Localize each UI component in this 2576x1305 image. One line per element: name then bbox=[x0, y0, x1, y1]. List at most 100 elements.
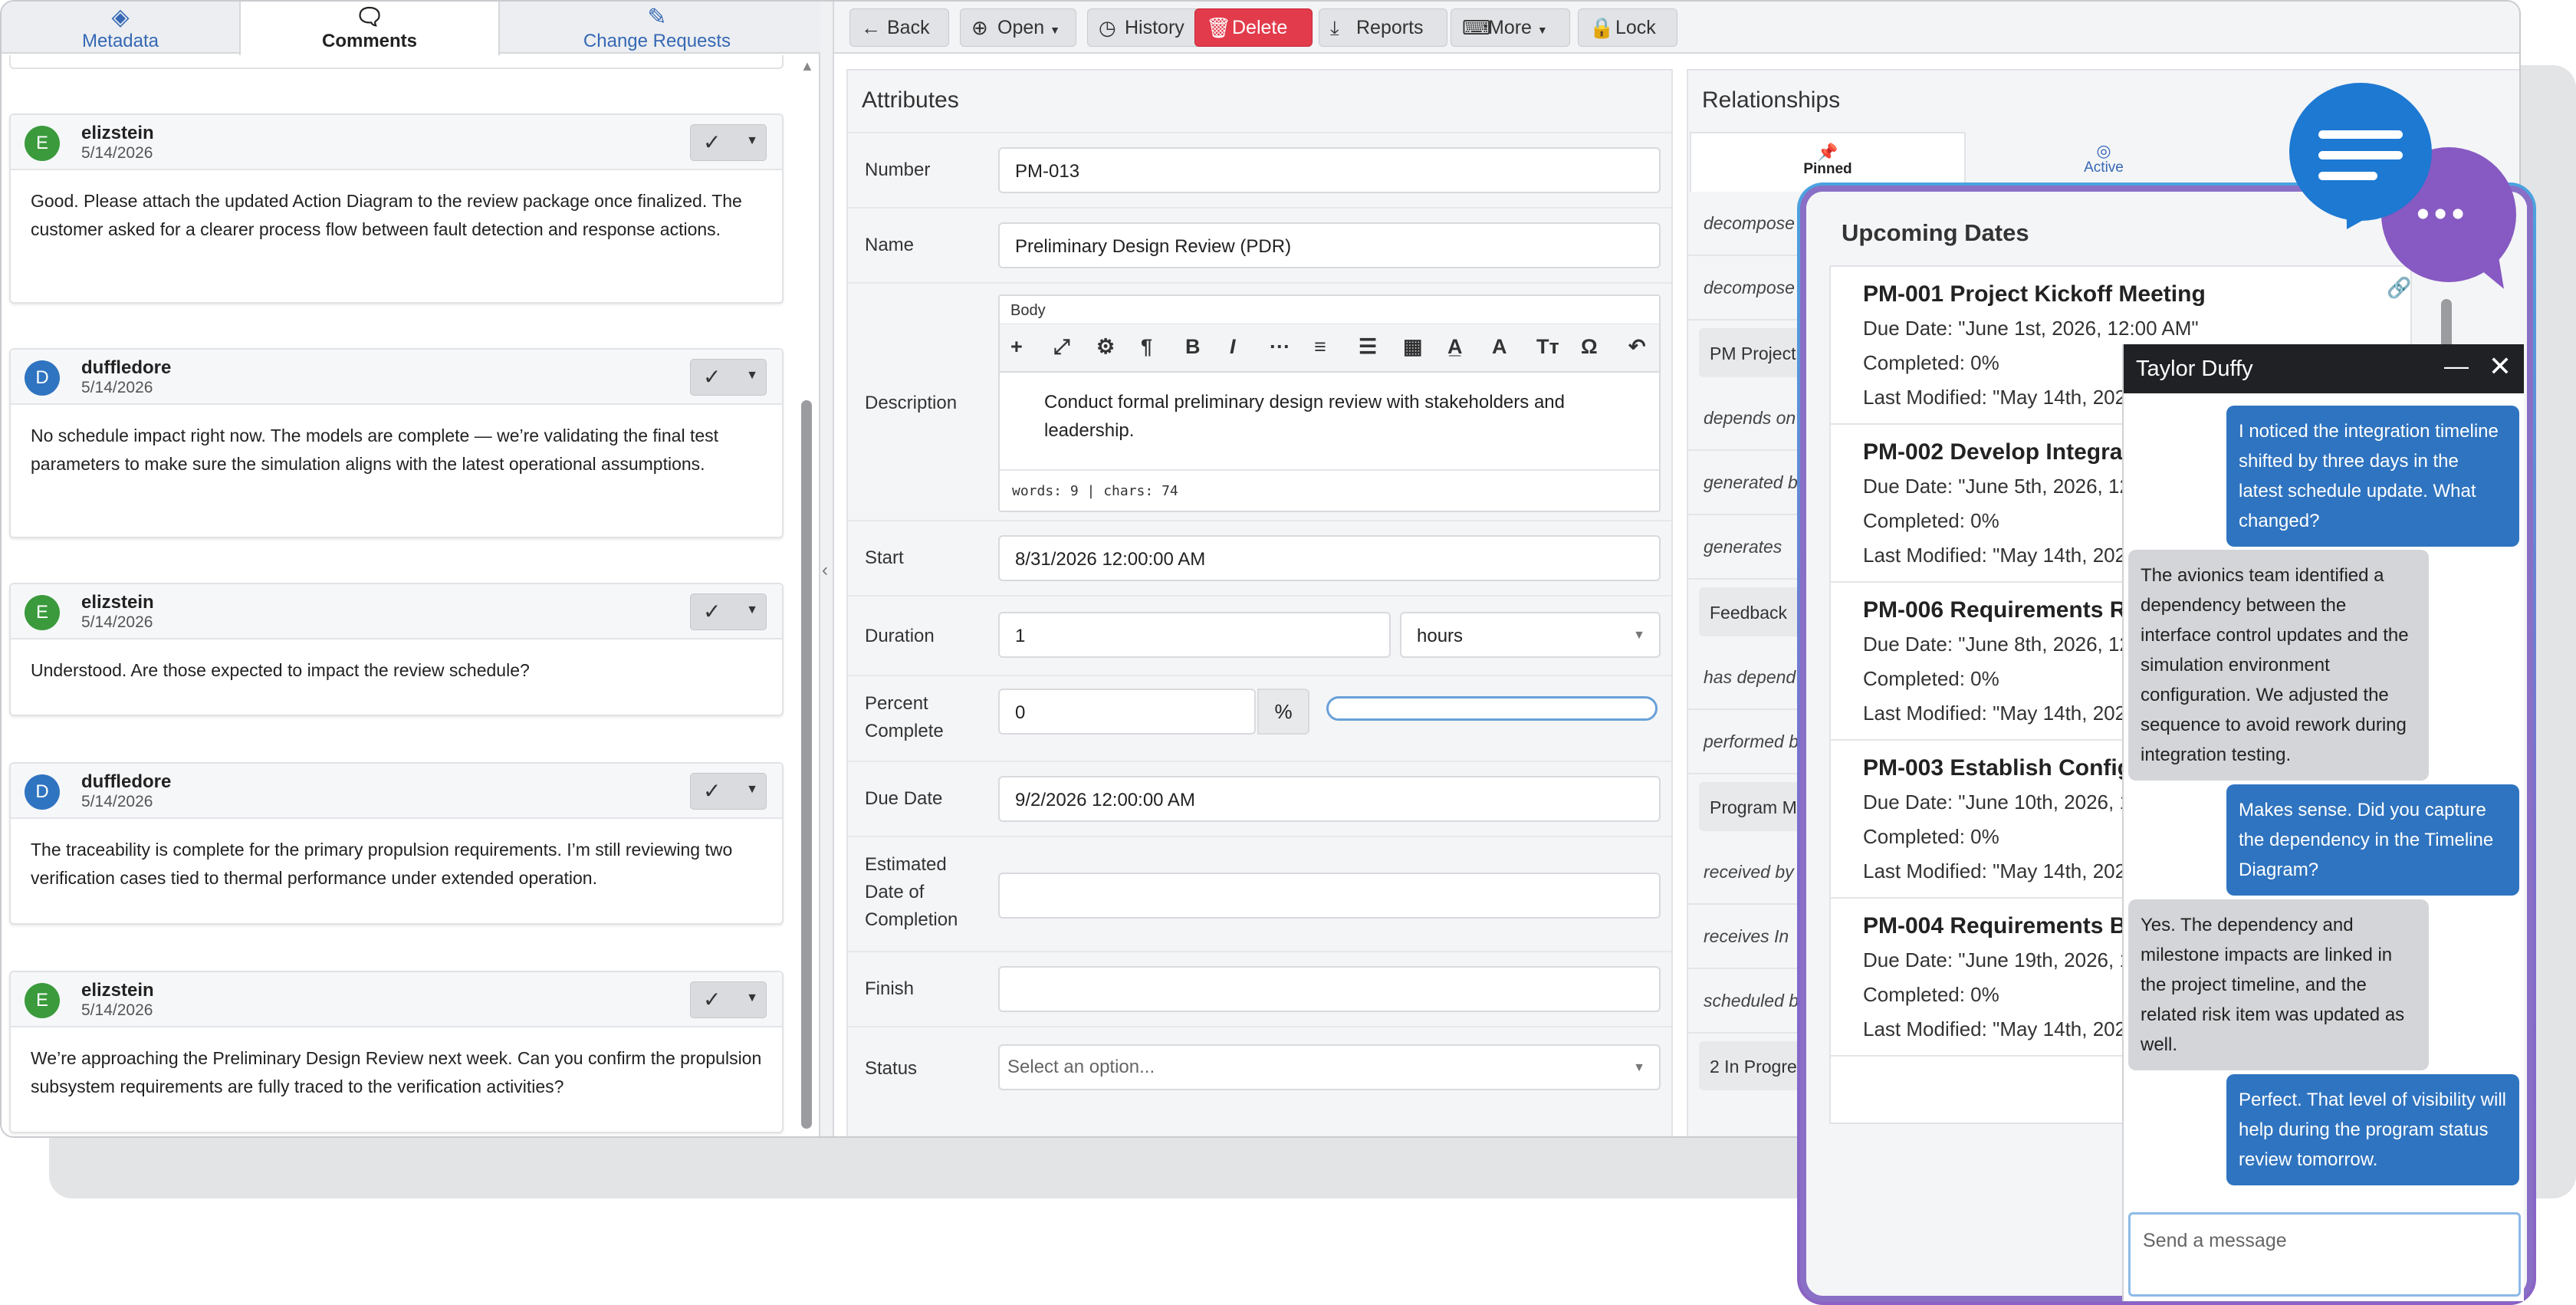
keyboard-icon: ⌨ bbox=[1462, 16, 1491, 39]
tab-metadata[interactable]: ◈ Metadata bbox=[2, 2, 239, 54]
check-icon: ✓ bbox=[703, 130, 721, 154]
paragraph-icon[interactable]: ¶ bbox=[1141, 335, 1152, 359]
comment-author: elizstein bbox=[81, 980, 154, 1001]
text-color-icon[interactable]: A̲ bbox=[1447, 335, 1463, 359]
percent-field[interactable]: 0 bbox=[998, 689, 1256, 735]
word-count: words: 9 | chars: 74 bbox=[1000, 469, 1659, 512]
due-label: Due Date bbox=[865, 788, 943, 809]
comments-icon: 🗨 bbox=[354, 5, 385, 30]
due-row: Due Date 9/2/2026 12:00:00 AM bbox=[848, 761, 1671, 836]
panel-splitter[interactable]: ‹ bbox=[820, 2, 834, 1136]
comment-date: 5/14/2026 bbox=[81, 1001, 153, 1019]
trash-icon: 🗑 bbox=[1206, 16, 1232, 39]
chevron-down-icon: ▼ bbox=[746, 783, 758, 796]
more-label: More bbox=[1488, 17, 1532, 38]
relationship-row[interactable]: receives In bbox=[1688, 905, 1811, 969]
name-field[interactable]: Preliminary Design Review (PDR) bbox=[998, 222, 1661, 268]
collapse-icon[interactable]: ‹ bbox=[822, 560, 828, 581]
scrollbar-thumb[interactable] bbox=[801, 400, 812, 1129]
plus-icon[interactable]: + bbox=[1010, 335, 1023, 359]
comment-text: No schedule impact right now. The models… bbox=[31, 426, 719, 474]
check-icon: ✓ bbox=[703, 779, 721, 803]
history-button[interactable]: ◷ History bbox=[1087, 8, 1207, 47]
description-label: Description bbox=[865, 393, 958, 413]
tab-change-requests[interactable]: ✎ Change Requests bbox=[500, 2, 814, 54]
resolve-button[interactable]: ✓ ▼ bbox=[690, 359, 767, 396]
minimize-icon[interactable]: — bbox=[2444, 352, 2469, 380]
reports-button[interactable]: ⤓ Reports bbox=[1319, 8, 1447, 47]
rich-text-editor[interactable]: Body + ⤢ ⚙ ¶ B I ··· ≡ ☰ ▦ A̲ A Tᴛ Ω ↶ C… bbox=[998, 294, 1661, 512]
align-icon[interactable]: ≡ bbox=[1314, 335, 1326, 359]
upcoming-item-due: Due Date: "June 1st, 2026, 12:00 AM" bbox=[1863, 317, 2199, 340]
status-select[interactable]: Select an option... ▼ bbox=[998, 1044, 1661, 1090]
check-icon: ✓ bbox=[703, 600, 721, 623]
close-icon[interactable]: ✕ bbox=[2489, 350, 2512, 383]
number-field[interactable]: PM-013 bbox=[998, 147, 1661, 193]
relationship-row[interactable]: received by bbox=[1688, 840, 1811, 905]
open-button[interactable]: ⊕ Open ▼ bbox=[960, 8, 1076, 47]
finish-field[interactable] bbox=[998, 966, 1661, 1012]
resolve-button[interactable]: ✓ ▼ bbox=[690, 593, 767, 630]
more-dots-icon[interactable]: ··· bbox=[1270, 335, 1290, 359]
table-icon[interactable]: ▦ bbox=[1403, 335, 1423, 359]
est-label: Estimated Date of Completion bbox=[865, 851, 958, 934]
relationship-row[interactable]: has depend bbox=[1688, 646, 1811, 710]
relationship-row[interactable]: generates bbox=[1688, 515, 1811, 580]
resolve-button[interactable]: ✓ ▼ bbox=[690, 124, 767, 161]
chevron-down-icon: ▼ bbox=[746, 369, 758, 382]
comment-card: D duffledore 5/14/2026 ✓ ▼ The traceabili… bbox=[9, 762, 784, 925]
check-icon: ✓ bbox=[703, 365, 721, 389]
open-circle-icon: ⊕ bbox=[971, 16, 988, 39]
download-icon: ⤓ bbox=[1330, 16, 1339, 39]
chevron-down-icon: ▼ bbox=[1050, 24, 1060, 36]
scroll-up-icon[interactable]: ▲ bbox=[800, 58, 814, 74]
number-label: Number bbox=[865, 159, 931, 180]
chat-contact-name: Taylor Duffy bbox=[2136, 357, 2253, 381]
font-icon[interactable]: A bbox=[1492, 335, 1507, 359]
duration-field[interactable]: 1 bbox=[998, 612, 1391, 658]
italic-icon[interactable]: I bbox=[1230, 335, 1236, 359]
tab-comments[interactable]: 🗨 Comments bbox=[239, 2, 500, 55]
text-size-icon[interactable]: Tᴛ bbox=[1536, 335, 1559, 359]
open-label: Open bbox=[997, 17, 1045, 38]
description-text[interactable]: Conduct formal preliminary design review… bbox=[1044, 388, 1627, 445]
pin-icon: 📌 bbox=[1817, 143, 1838, 162]
reports-label: Reports bbox=[1356, 17, 1424, 38]
resolve-button[interactable]: ✓ ▼ bbox=[690, 981, 767, 1018]
bold-icon[interactable]: B bbox=[1185, 335, 1201, 359]
duration-unit: hours bbox=[1417, 626, 1464, 646]
relationship-row[interactable]: decompose bbox=[1688, 256, 1811, 320]
status-label: Status bbox=[865, 1058, 918, 1079]
change-request-icon: ✎ bbox=[647, 5, 667, 30]
chevron-down-icon: ▼ bbox=[1536, 24, 1548, 36]
link-icon[interactable]: 🔗 bbox=[2387, 276, 2411, 300]
resolve-button[interactable]: ✓ ▼ bbox=[690, 773, 767, 810]
comment-header: D duffledore 5/14/2026 ✓ ▼ bbox=[11, 350, 782, 405]
chevron-down-icon: ▼ bbox=[746, 991, 758, 1004]
comment-text: The traceability is complete for the pri… bbox=[31, 840, 733, 888]
progress-bar bbox=[1326, 696, 1658, 721]
fullscreen-icon[interactable]: ⤢ bbox=[1053, 335, 1070, 360]
duration-label: Duration bbox=[865, 626, 935, 646]
check-icon: ✓ bbox=[703, 988, 721, 1011]
duration-unit-select[interactable]: hours ▼ bbox=[1400, 612, 1661, 658]
undo-icon[interactable]: ↶ bbox=[1628, 335, 1646, 359]
lock-button[interactable]: 🔒 Lock bbox=[1578, 8, 1677, 47]
relationship-row[interactable]: performed b bbox=[1688, 710, 1811, 774]
delete-button[interactable]: 🗑 Delete bbox=[1194, 8, 1313, 47]
more-button[interactable]: ⌨ More ▼ bbox=[1451, 8, 1570, 47]
est-completion-field[interactable] bbox=[998, 873, 1661, 919]
special-char-icon[interactable]: Ω bbox=[1581, 335, 1598, 359]
relationship-row[interactable]: decompose bbox=[1688, 192, 1811, 256]
relationship-row[interactable]: scheduled b bbox=[1688, 969, 1811, 1034]
relationship-row[interactable]: generated b bbox=[1688, 451, 1811, 515]
chat-bubble-lines-icon bbox=[2289, 83, 2432, 240]
ai-icon[interactable]: ⚙ bbox=[1096, 335, 1115, 359]
tab-label: Pinned bbox=[1803, 161, 1852, 177]
relationship-row[interactable]: depends on bbox=[1688, 386, 1811, 451]
chat-message-input[interactable]: Send a message bbox=[2128, 1212, 2521, 1297]
list-icon[interactable]: ☰ bbox=[1359, 335, 1377, 359]
back-button[interactable]: ← Back bbox=[849, 8, 949, 47]
start-field[interactable]: 8/31/2026 12:00:00 AM bbox=[998, 535, 1661, 581]
due-date-field[interactable]: 9/2/2026 12:00:00 AM bbox=[998, 776, 1661, 822]
